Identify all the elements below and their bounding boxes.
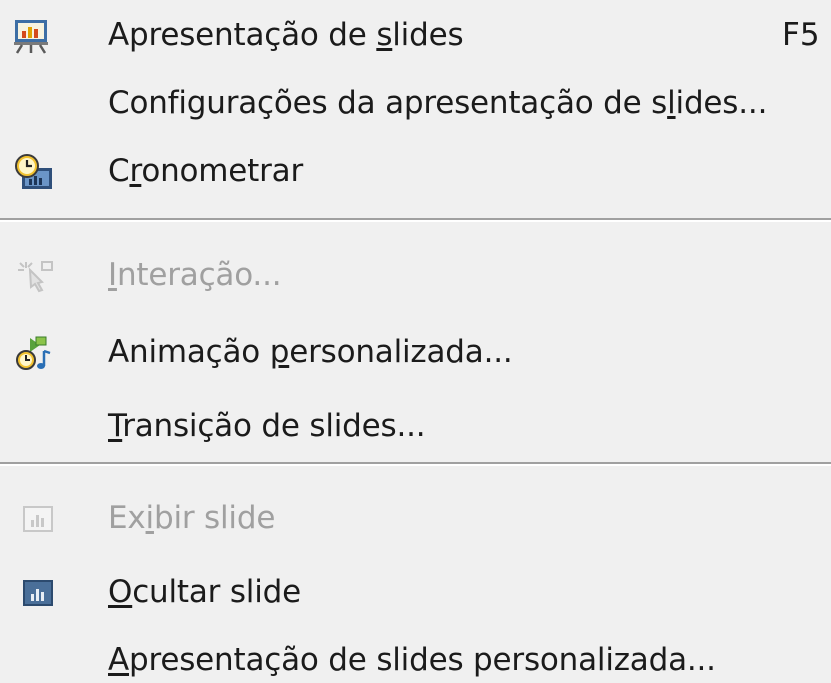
menu-item-label: Apresentação de slides personalizada... bbox=[108, 642, 716, 678]
interaction-icon bbox=[12, 258, 60, 294]
presentation-icon bbox=[12, 18, 60, 54]
shortcut-label: F5 bbox=[782, 17, 820, 53]
menu-item-slide-show-settings[interactable]: Configurações da apresentação de slides.… bbox=[0, 73, 831, 133]
menu-item-show-slide[interactable]: Exibir slide bbox=[0, 488, 831, 548]
hide-slide-icon bbox=[12, 575, 60, 611]
slide-show-menu: Apresentação de slides F5 Configurações … bbox=[0, 0, 831, 683]
menu-item-label: Transição de slides... bbox=[108, 408, 426, 444]
menu-item-label: Ocultar slide bbox=[108, 574, 301, 610]
menu-item-slide-transition[interactable]: Transição de slides... bbox=[0, 396, 831, 456]
menu-separator bbox=[0, 218, 831, 222]
menu-item-slide-show[interactable]: Apresentação de slides F5 bbox=[0, 5, 831, 65]
menu-item-custom-slide-show[interactable]: Apresentação de slides personalizada... bbox=[0, 630, 831, 683]
menu-item-label: Exibir slide bbox=[108, 500, 276, 536]
menu-item-custom-animation[interactable]: Animação personalizada... bbox=[0, 322, 831, 382]
menu-item-label: Cronometrar bbox=[108, 153, 304, 189]
custom-animation-icon bbox=[12, 335, 60, 371]
menu-item-label: Interação... bbox=[108, 257, 282, 293]
menu-item-rehearse-timings[interactable]: Cronometrar bbox=[0, 141, 831, 201]
show-slide-icon bbox=[12, 501, 60, 537]
menu-item-label: Animação personalizada... bbox=[108, 334, 513, 370]
menu-item-label: Apresentação de slides bbox=[108, 17, 464, 53]
menu-item-hide-slide[interactable]: Ocultar slide bbox=[0, 562, 831, 622]
rehearse-timings-icon bbox=[12, 154, 60, 190]
menu-item-label: Configurações da apresentação de slides.… bbox=[108, 85, 768, 121]
menu-separator bbox=[0, 462, 831, 466]
menu-item-interaction[interactable]: Interação... bbox=[0, 245, 831, 305]
